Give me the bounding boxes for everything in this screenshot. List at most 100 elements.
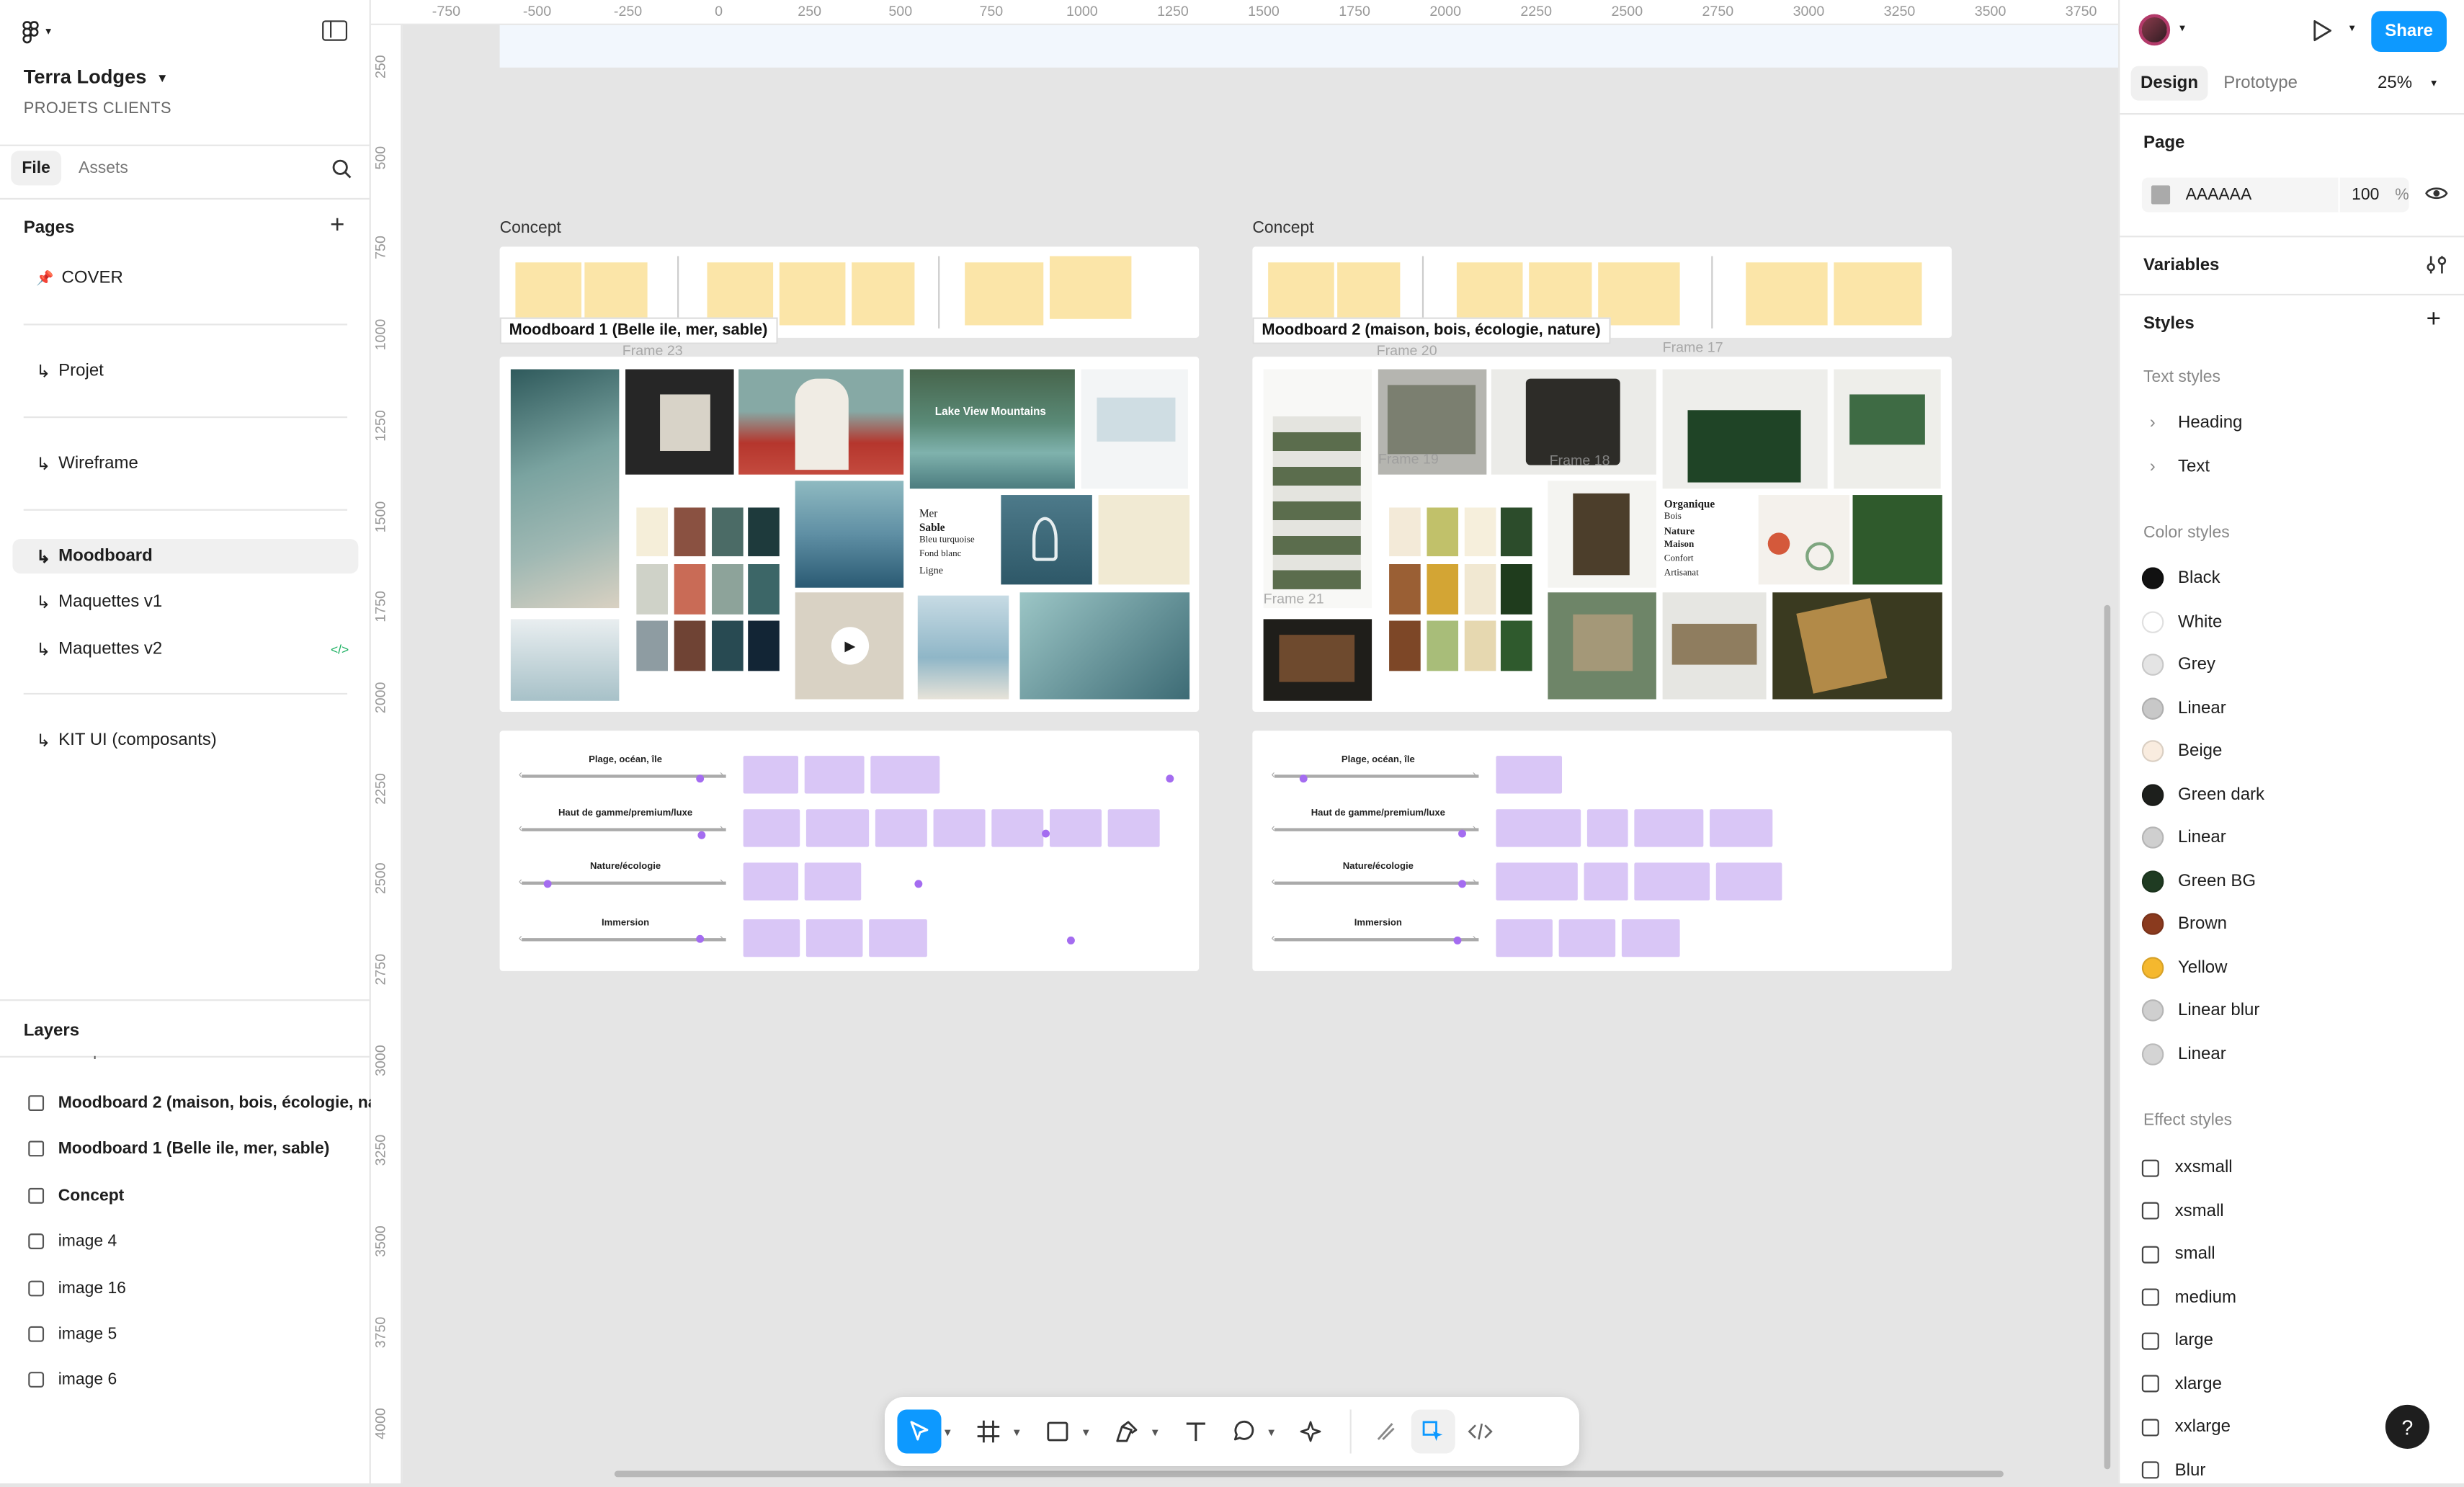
ruler-tick-label: 3750: [2065, 3, 2097, 19]
layer-item[interactable]: image 4: [0, 1223, 371, 1260]
horizontal-scrollbar[interactable]: [614, 1470, 2004, 1478]
play-icon[interactable]: ▶: [831, 627, 870, 665]
frame-icon: [28, 1095, 45, 1112]
moodboard2-frame[interactable]: Organique Bois Nature Maison Confort Art…: [1252, 357, 1952, 713]
vertical-scrollbar[interactable]: [2104, 604, 2111, 1470]
effect-style-item[interactable]: xsmall: [2141, 1194, 2456, 1228]
canvas[interactable]: -750 -500 -250 0 250 500 750 1000 1250 1500 1750 20…: [370, 0, 2119, 1483]
chevron-down-icon[interactable]: ▾: [2179, 22, 2185, 35]
color-style-item[interactable]: Linear: [2141, 1036, 2456, 1071]
color-style-item[interactable]: Black: [2141, 561, 2456, 596]
color-style-item[interactable]: Green dark: [2141, 777, 2456, 812]
color-style-item[interactable]: White: [2141, 604, 2456, 639]
page-item[interactable]: ↳ Maquettes v2 </>: [12, 632, 358, 666]
tab-assets[interactable]: Assets: [79, 158, 128, 177]
text-tool-button[interactable]: [1174, 1409, 1218, 1453]
page-item-label: COVER: [61, 268, 123, 288]
toggle-sidebar-icon[interactable]: [322, 20, 348, 41]
design-mode-button[interactable]: [1411, 1409, 1455, 1454]
ruler-tick-label: 500: [372, 146, 388, 169]
axes-frame-right[interactable]: Plage, océan, île ‹ › Haut de gamme/premium…: [1252, 731, 1952, 971]
chevron-down-icon: ▾: [45, 27, 51, 38]
main-menu-button[interactable]: ▾: [22, 17, 66, 45]
tab-design[interactable]: Design: [2130, 66, 2208, 101]
zoom-level[interactable]: 25% ▾: [2378, 74, 2437, 93]
effect-style-item[interactable]: xxsmall: [2141, 1151, 2456, 1185]
page-color-field[interactable]: AAAAAA 100 %: [2141, 177, 2409, 213]
project-name[interactable]: PROJETS CLIENTS: [24, 101, 171, 118]
move-tool-button[interactable]: [897, 1409, 942, 1454]
layer-item[interactable]: image 6: [0, 1362, 371, 1399]
effect-style-item[interactable]: medium: [2141, 1280, 2456, 1315]
avatar[interactable]: [2138, 14, 2171, 46]
color-style-item[interactable]: Linear: [2141, 691, 2456, 725]
text-style-item[interactable]: › Text: [2142, 449, 2456, 483]
color-style-item[interactable]: Green BG: [2141, 864, 2456, 898]
chevron-down-icon[interactable]: ▾: [1152, 1424, 1159, 1439]
page-color-value[interactable]: AAAAAA: [2186, 185, 2338, 204]
draw-mode-button[interactable]: [1364, 1409, 1408, 1453]
eye-icon[interactable]: [2424, 184, 2448, 202]
page-item[interactable]: 📌 COVER: [12, 261, 358, 295]
frame-icon: [28, 1187, 45, 1204]
color-style-item[interactable]: Linear blur: [2141, 993, 2456, 1027]
shape-tool-button[interactable]: [1035, 1409, 1079, 1453]
chevron-down-icon[interactable]: ▾: [1268, 1424, 1275, 1439]
actions-button[interactable]: [1290, 1409, 1334, 1453]
effect-style-item[interactable]: xlarge: [2141, 1366, 2456, 1401]
color-style-item[interactable]: Grey: [2141, 648, 2456, 682]
dev-mode-button[interactable]: [1458, 1409, 1502, 1453]
search-icon[interactable]: [331, 158, 352, 179]
add-page-icon[interactable]: +: [330, 212, 344, 240]
ruler-tick-label: -750: [432, 3, 461, 19]
frame-tool-button[interactable]: [966, 1409, 1010, 1453]
variables-title[interactable]: Variables: [2143, 256, 2219, 275]
concept-label-right[interactable]: Concept: [1252, 218, 1313, 237]
moodboard1-label[interactable]: Moodboard 1 (Belle ile, mer, sable): [499, 317, 777, 344]
effect-style-item[interactable]: large: [2141, 1323, 2456, 1357]
help-button[interactable]: ?: [2385, 1404, 2429, 1449]
effect-style-item[interactable]: Blur: [2141, 1452, 2456, 1487]
variables-settings-icon[interactable]: [2427, 254, 2447, 274]
layer-item-label: Moodboard 2 (maison, bois, écologie, na: [58, 1094, 371, 1113]
layer-partial[interactable]: Group 48: [28, 1056, 124, 1061]
layer-item[interactable]: Moodboard 2 (maison, bois, écologie, na: [0, 1084, 371, 1122]
text-style-item[interactable]: › Heading: [2142, 406, 2456, 440]
chevron-right-icon: ›: [2149, 413, 2156, 432]
present-icon[interactable]: [2311, 19, 2334, 43]
layer-item[interactable]: Concept: [0, 1176, 371, 1214]
moodboard2-label[interactable]: Moodboard 2 (maison, bois, écologie, nat…: [1252, 317, 1610, 344]
add-style-icon[interactable]: +: [2427, 306, 2441, 334]
page-item[interactable]: ↳ Maquettes v1: [12, 584, 358, 619]
concept-label-left[interactable]: Concept: [500, 218, 561, 237]
color-style-item[interactable]: Yellow: [2141, 950, 2456, 984]
child-arrow-icon: ↳: [36, 640, 51, 659]
page-item[interactable]: ↳ Projet: [12, 354, 358, 388]
color-style-item[interactable]: Linear: [2141, 821, 2456, 855]
color-style-item[interactable]: Beige: [2141, 734, 2456, 769]
share-button[interactable]: Share: [2371, 11, 2447, 52]
page-item[interactable]: ↳ Wireframe: [12, 446, 358, 481]
page-item[interactable]: ↳ KIT UI (composants): [12, 723, 358, 757]
comment-tool-button[interactable]: [1221, 1409, 1265, 1453]
pen-tool-button[interactable]: [1104, 1409, 1148, 1453]
chevron-down-icon[interactable]: ▾: [1014, 1424, 1020, 1439]
page-opacity-value[interactable]: 100: [2352, 185, 2379, 204]
moodboard1-frame[interactable]: Lake View Mountains Mer Sable Bleu turqu…: [499, 357, 1200, 713]
page-item[interactable]: ↳ Moodboard: [12, 539, 359, 574]
layer-item[interactable]: image 5: [0, 1316, 371, 1353]
page-color-swatch[interactable]: [2151, 185, 2170, 205]
chevron-down-icon[interactable]: ▾: [1083, 1424, 1089, 1439]
effect-style-item[interactable]: small: [2141, 1237, 2456, 1272]
layer-item[interactable]: Moodboard 1 (Belle ile, mer, sable): [0, 1130, 371, 1168]
child-arrow-icon: ↳: [36, 731, 51, 751]
tab-file[interactable]: File: [11, 151, 62, 186]
file-name[interactable]: Terra Lodges ▾: [24, 66, 166, 89]
layer-item[interactable]: image 16: [0, 1269, 371, 1306]
axes-frame-left[interactable]: Plage, océan, île ‹ › Haut de gamme/premium…: [499, 731, 1200, 971]
cover-frame[interactable]: [499, 24, 2119, 68]
tab-prototype[interactable]: Prototype: [2223, 74, 2298, 93]
chevron-down-icon[interactable]: ▾: [945, 1424, 951, 1439]
chevron-down-icon[interactable]: ▾: [2349, 22, 2355, 35]
color-style-item[interactable]: Brown: [2141, 906, 2456, 941]
